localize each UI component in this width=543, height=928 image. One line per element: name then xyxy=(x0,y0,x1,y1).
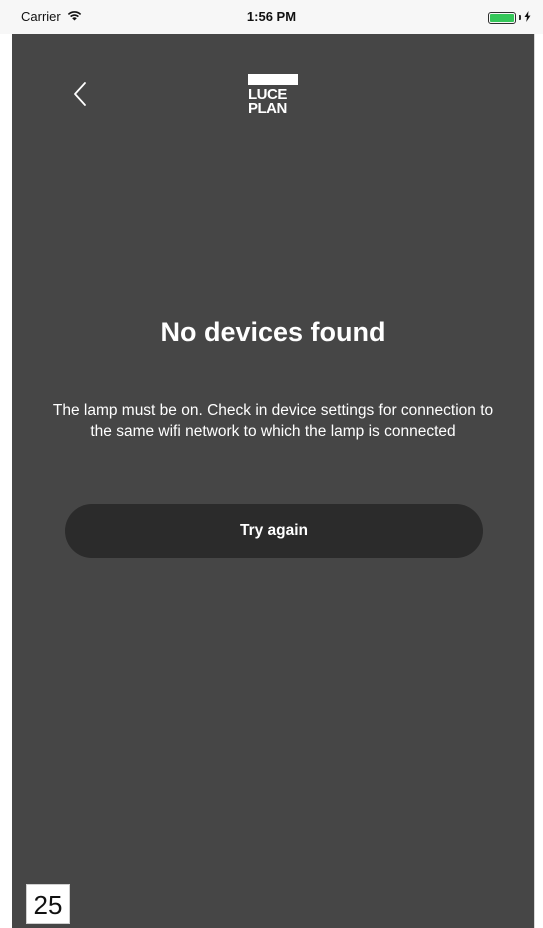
status-time: 1:56 PM xyxy=(246,9,297,24)
battery-fill xyxy=(490,13,514,22)
left-margin xyxy=(0,34,12,928)
logo-text: LUCE PLAN xyxy=(248,87,298,117)
page-title: No devices found xyxy=(160,317,386,347)
battery-icon xyxy=(488,11,516,24)
screen: Carrier 1:56 PM LUCE PLAN No devices fou… xyxy=(0,0,543,928)
status-right xyxy=(488,10,531,25)
info-message: The lamp must be on. Check in device set… xyxy=(52,402,494,440)
chevron-left-icon xyxy=(73,81,87,112)
try-again-button[interactable]: Try again xyxy=(65,504,483,558)
back-button[interactable] xyxy=(67,80,93,112)
battery-tip xyxy=(519,15,521,20)
charging-bolt-icon xyxy=(524,10,531,25)
status-bar: Carrier 1:56 PM xyxy=(0,0,543,34)
logo-line-2: PLAN xyxy=(248,100,287,117)
luceplan-logo: LUCE PLAN xyxy=(248,74,298,130)
right-margin xyxy=(534,34,543,928)
logo-bar xyxy=(248,74,298,85)
page-number-badge: 25 xyxy=(26,884,70,924)
app-screen: LUCE PLAN No devices found The lamp must… xyxy=(12,34,534,928)
